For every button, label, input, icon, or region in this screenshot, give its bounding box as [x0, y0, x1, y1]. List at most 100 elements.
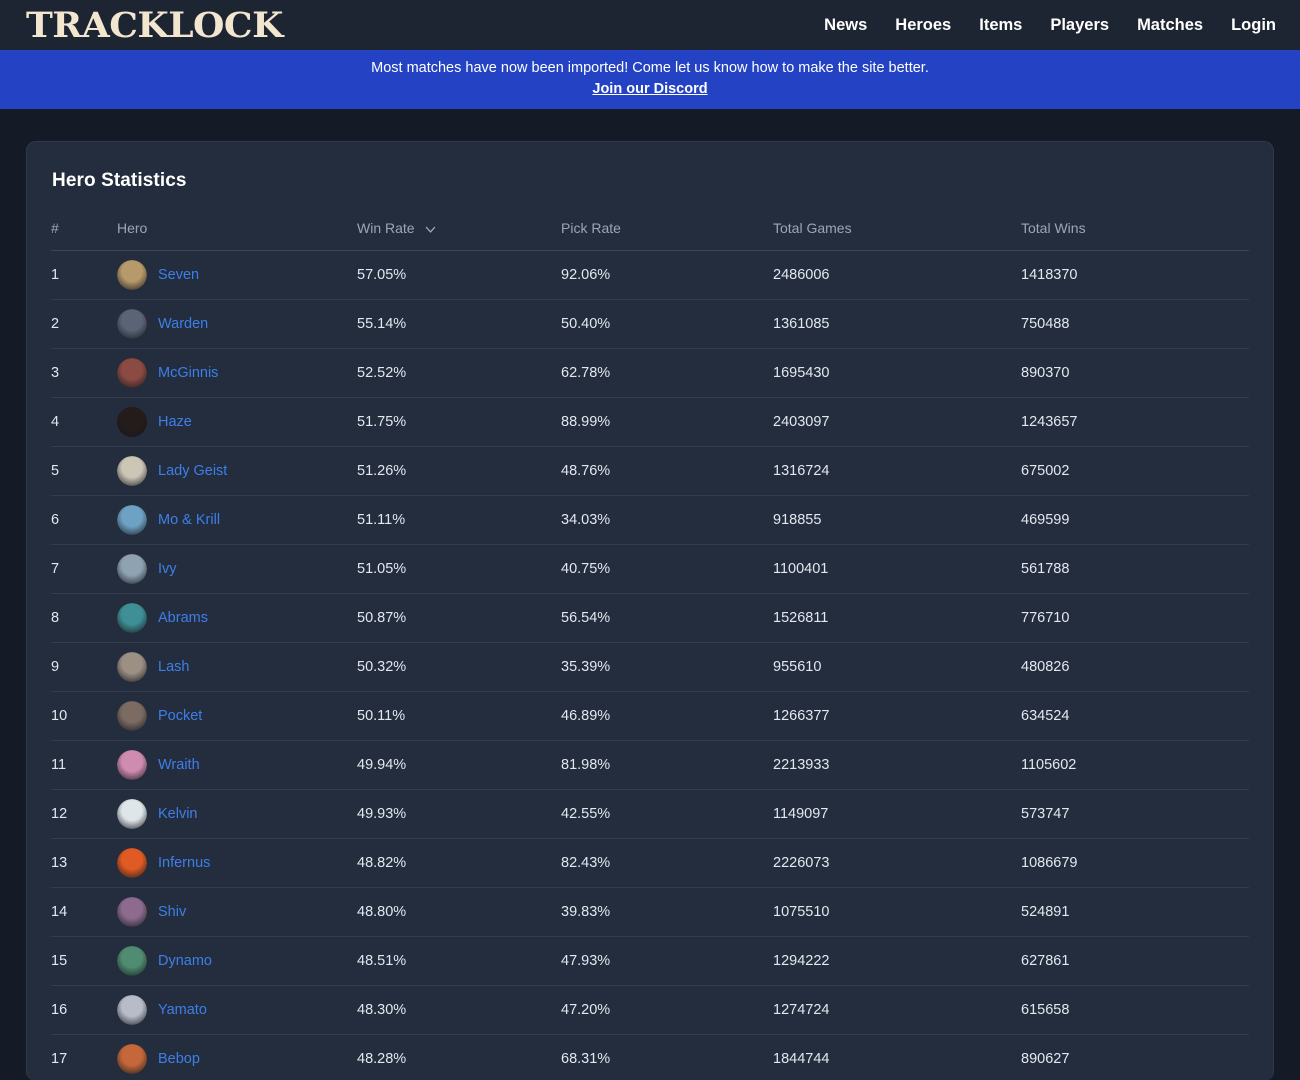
- site-logo[interactable]: TRACKLOCK: [26, 8, 283, 43]
- hero-avatar-image: [117, 505, 147, 535]
- cell-total-wins: 675002: [1021, 446, 1249, 496]
- hero-cell: Lady Geist: [117, 456, 357, 486]
- column-header-pick-rate[interactable]: Pick Rate: [561, 220, 773, 251]
- join-discord-link[interactable]: Join our Discord: [592, 79, 707, 99]
- table-row[interactable]: 6 Mo & Krill 51.11% 34.03% 918855 469599: [51, 495, 1249, 545]
- table-row[interactable]: 11 Wraith 49.94% 81.98% 2213933 1105602: [51, 740, 1249, 790]
- hero-avatar: [117, 946, 147, 976]
- hero-avatar: [117, 652, 147, 682]
- column-header-win-rate-inner[interactable]: Win Rate: [357, 220, 437, 236]
- cell-rank: 8: [51, 593, 117, 643]
- table-row[interactable]: 4 Haze 51.75% 88.99% 2403097 1243657: [51, 397, 1249, 447]
- table-row[interactable]: 17 Bebop 48.28% 68.31% 1844744 890627: [51, 1034, 1249, 1080]
- cell-rank: 6: [51, 495, 117, 545]
- cell-total-wins: 750488: [1021, 299, 1249, 349]
- cell-rank: 1: [51, 250, 117, 300]
- hero-name-link[interactable]: Warden: [158, 316, 208, 332]
- column-header-pick-rate-inner[interactable]: Pick Rate: [561, 220, 621, 236]
- hero-name-link[interactable]: Seven: [158, 267, 199, 283]
- cell-rank: 9: [51, 642, 117, 692]
- column-header-rank[interactable]: #: [51, 220, 117, 251]
- cell-win-rate: 49.93%: [357, 789, 561, 839]
- cell-win-rate: 51.75%: [357, 397, 561, 447]
- table-row[interactable]: 14 Shiv 48.80% 39.83% 1075510 524891: [51, 887, 1249, 937]
- cell-rank: 7: [51, 544, 117, 594]
- hero-name-link[interactable]: Ivy: [158, 561, 177, 577]
- column-header-hero-label: Hero: [117, 220, 148, 236]
- hero-cell: Pocket: [117, 701, 357, 731]
- hero-cell: Abrams: [117, 603, 357, 633]
- cell-hero: Bebop: [117, 1034, 357, 1080]
- hero-name-link[interactable]: Mo & Krill: [158, 512, 220, 528]
- hero-name-link[interactable]: Wraith: [158, 757, 200, 773]
- hero-name-link[interactable]: Yamato: [158, 1002, 207, 1018]
- hero-name-link[interactable]: Bebop: [158, 1051, 200, 1067]
- cell-total-wins: 573747: [1021, 789, 1249, 839]
- hero-cell: Infernus: [117, 848, 357, 878]
- table-row[interactable]: 3 McGinnis 52.52% 62.78% 1695430 890370: [51, 348, 1249, 398]
- table-row[interactable]: 16 Yamato 48.30% 47.20% 1274724 615658: [51, 985, 1249, 1035]
- table-row[interactable]: 2 Warden 55.14% 50.40% 1361085 750488: [51, 299, 1249, 349]
- cell-win-rate: 48.82%: [357, 838, 561, 888]
- column-header-hero-inner[interactable]: Hero: [117, 220, 147, 236]
- cell-hero: Seven: [117, 250, 357, 300]
- cell-total-wins: 627861: [1021, 936, 1249, 986]
- cell-total-games: 955610: [773, 642, 1021, 692]
- cell-total-games: 1294222: [773, 936, 1021, 986]
- nav-link-items[interactable]: Items: [979, 17, 1022, 34]
- column-header-hero[interactable]: Hero: [117, 220, 357, 251]
- cell-hero: Kelvin: [117, 789, 357, 839]
- nav-link-players[interactable]: Players: [1050, 17, 1109, 34]
- column-header-total-wins-inner[interactable]: Total Wins: [1021, 220, 1086, 236]
- table-row[interactable]: 7 Ivy 51.05% 40.75% 1100401 561788: [51, 544, 1249, 594]
- cell-hero: Mo & Krill: [117, 495, 357, 545]
- hero-name-link[interactable]: Lash: [158, 659, 189, 675]
- cell-win-rate: 55.14%: [357, 299, 561, 349]
- hero-cell: Dynamo: [117, 946, 357, 976]
- hero-name-link[interactable]: Haze: [158, 414, 192, 430]
- table-row[interactable]: 9 Lash 50.32% 35.39% 955610 480826: [51, 642, 1249, 692]
- hero-name-link[interactable]: McGinnis: [158, 365, 218, 381]
- table-row[interactable]: 15 Dynamo 48.51% 47.93% 1294222 627861: [51, 936, 1249, 986]
- hero-cell: Wraith: [117, 750, 357, 780]
- cell-pick-rate: 50.40%: [561, 299, 773, 349]
- hero-avatar: [117, 799, 147, 829]
- column-header-total-games-inner[interactable]: Total Games: [773, 220, 852, 236]
- cell-pick-rate: 82.43%: [561, 838, 773, 888]
- table-row[interactable]: 10 Pocket 50.11% 46.89% 1266377 634524: [51, 691, 1249, 741]
- hero-avatar: [117, 554, 147, 584]
- column-header-win-rate[interactable]: Win Rate: [357, 220, 561, 251]
- nav-link-matches[interactable]: Matches: [1137, 17, 1203, 34]
- hero-name-link[interactable]: Abrams: [158, 610, 208, 626]
- chevron-down-icon: [424, 223, 437, 236]
- hero-name-link[interactable]: Dynamo: [158, 953, 212, 969]
- table-row[interactable]: 12 Kelvin 49.93% 42.55% 1149097 573747: [51, 789, 1249, 839]
- nav-link-heroes[interactable]: Heroes: [895, 17, 951, 34]
- column-header-rank-inner[interactable]: #: [51, 220, 59, 236]
- announcement-text: Most matches have now been imported! Com…: [371, 60, 929, 76]
- column-header-total-wins[interactable]: Total Wins: [1021, 220, 1249, 251]
- site-header: TRACKLOCK News Heroes Items Players Matches L…: [0, 0, 1300, 50]
- cell-pick-rate: 39.83%: [561, 887, 773, 937]
- table-row[interactable]: 8 Abrams 50.87% 56.54% 1526811 776710: [51, 593, 1249, 643]
- cell-win-rate: 48.80%: [357, 887, 561, 937]
- cell-win-rate: 50.87%: [357, 593, 561, 643]
- column-header-total-games[interactable]: Total Games: [773, 220, 1021, 251]
- hero-avatar: [117, 407, 147, 437]
- table-row[interactable]: 1 Seven 57.05% 92.06% 2486006 1418370: [51, 250, 1249, 300]
- table-row[interactable]: 5 Lady Geist 51.26% 48.76% 1316724 675002: [51, 446, 1249, 496]
- hero-avatar: [117, 995, 147, 1025]
- nav-link-login[interactable]: Login: [1231, 17, 1276, 34]
- hero-name-link[interactable]: Shiv: [158, 904, 186, 920]
- nav-link-news[interactable]: News: [824, 17, 867, 34]
- hero-name-link[interactable]: Pocket: [158, 708, 202, 724]
- hero-name-link[interactable]: Infernus: [158, 855, 210, 871]
- cell-hero: Infernus: [117, 838, 357, 888]
- hero-avatar-image: [117, 309, 147, 339]
- hero-cell: Haze: [117, 407, 357, 437]
- hero-cell: Bebop: [117, 1044, 357, 1074]
- cell-total-wins: 890370: [1021, 348, 1249, 398]
- hero-name-link[interactable]: Kelvin: [158, 806, 198, 822]
- hero-name-link[interactable]: Lady Geist: [158, 463, 227, 479]
- table-row[interactable]: 13 Infernus 48.82% 82.43% 2226073 1086679: [51, 838, 1249, 888]
